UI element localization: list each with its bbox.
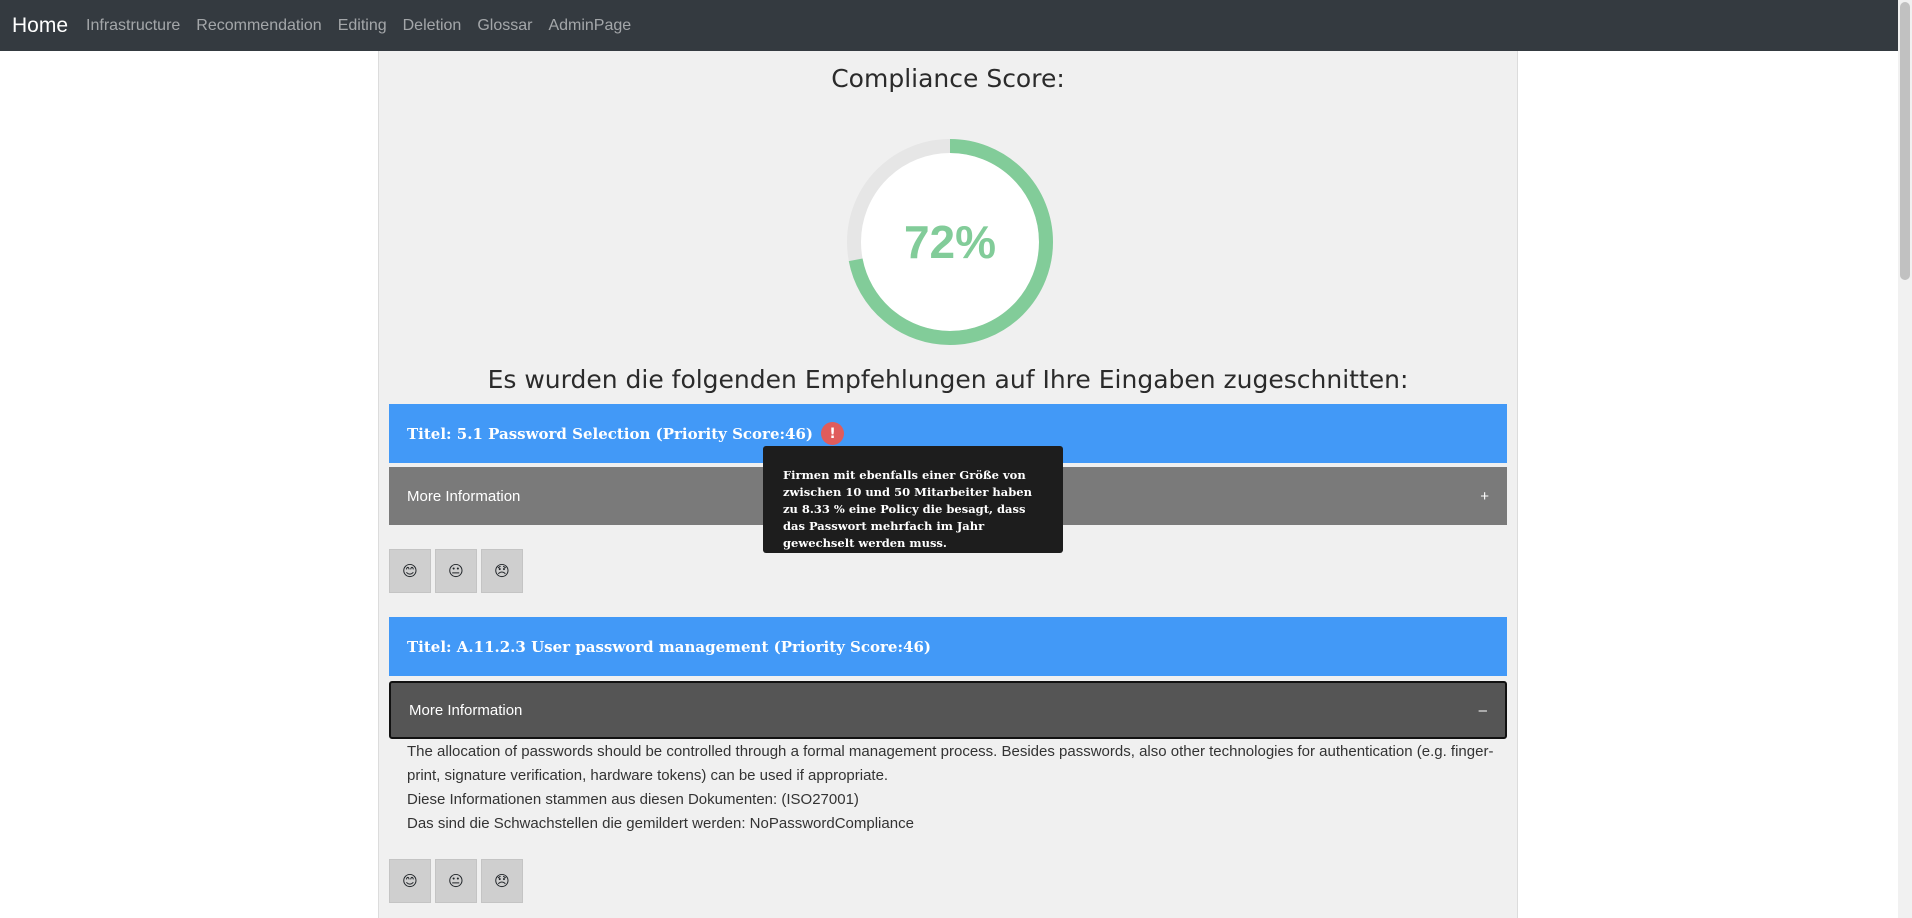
expand-icon: + — [1480, 487, 1489, 505]
nav-link-infrastructure[interactable]: Infrastructure — [86, 17, 180, 35]
happy-feedback-button[interactable]: 😊 — [389, 859, 431, 903]
compliance-score-heading: Compliance Score: — [831, 64, 1065, 93]
nav-link-glossar[interactable]: Glossar — [477, 17, 532, 35]
more-information-toggle[interactable]: More Information – — [389, 681, 1507, 739]
info-description: The allocation of passwords should be co… — [407, 743, 1494, 784]
more-information-content: The allocation of passwords should be co… — [407, 740, 1507, 836]
neutral-feedback-button[interactable]: 😐 — [435, 859, 477, 903]
recommendation-title: Titel: 5.1 Password Selection (Priority … — [407, 424, 814, 443]
sad-feedback-button[interactable]: 😞 — [481, 859, 523, 903]
happy-feedback-button[interactable]: 😊 — [389, 549, 431, 593]
more-information-label: More Information — [407, 487, 521, 505]
recommendation-title-bar: Titel: A.11.2.3 User password management… — [389, 617, 1507, 676]
alert-icon[interactable]: ! — [821, 422, 845, 445]
nav-link-editing[interactable]: Editing — [338, 17, 387, 35]
neutral-feedback-button[interactable]: 😐 — [435, 549, 477, 593]
recommendation-title: Titel: A.11.2.3 User password management… — [407, 637, 931, 656]
sad-feedback-button[interactable]: 😞 — [481, 549, 523, 593]
nav-home-link[interactable]: Home — [12, 14, 68, 38]
nav-link-deletion[interactable]: Deletion — [403, 17, 462, 35]
more-information-label: More Information — [409, 701, 523, 719]
feedback-buttons: 😊 😐 😞 — [389, 859, 527, 903]
info-mitigated-vulnerabilities: Das sind die Schwachstellen die gemilder… — [407, 815, 914, 832]
compliance-score-gauge: 72% — [847, 139, 1053, 345]
info-source-documents: Diese Informationen stammen aus diesen D… — [407, 791, 859, 808]
vertical-scrollbar[interactable] — [1898, 0, 1912, 918]
feedback-buttons: 😊 😐 😞 — [389, 549, 527, 593]
compliance-score-value: 72% — [903, 216, 997, 268]
nav-link-recommendation[interactable]: Recommendation — [196, 17, 321, 35]
recommendations-heading: Es wurden die folgenden Empfehlungen auf… — [487, 365, 1409, 394]
navbar: Home Infrastructure Recommendation Editi… — [0, 0, 1912, 51]
scrollbar-thumb[interactable] — [1900, 2, 1910, 280]
collapse-icon: – — [1478, 701, 1487, 719]
nav-link-adminpage[interactable]: AdminPage — [548, 17, 631, 35]
alert-tooltip: Firmen mit ebenfalls einer Größe von zwi… — [763, 446, 1063, 553]
